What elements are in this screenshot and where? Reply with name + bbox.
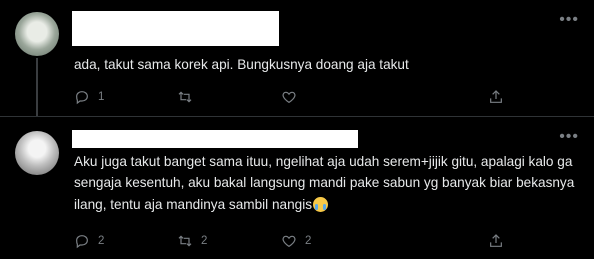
like-button[interactable] (281, 87, 305, 107)
retweet-icon (178, 91, 192, 103)
share-button[interactable] (488, 87, 504, 107)
share-icon (490, 90, 502, 103)
reply-count: 2 (98, 235, 105, 247)
heart-icon (282, 235, 296, 248)
share-icon (490, 234, 502, 247)
reply-count: 1 (98, 91, 105, 103)
retweet-count: 2 (201, 235, 208, 247)
thread-connector-line (36, 58, 38, 116)
reply-icon (76, 235, 88, 249)
reply-button[interactable]: 2 (74, 231, 104, 251)
redacted-username (72, 130, 358, 148)
reply-icon (76, 91, 88, 105)
retweet-button[interactable] (177, 87, 201, 107)
tweet-actions: 1 (74, 87, 514, 107)
tweet-text: ada, takut sama korek api. Bungkusnya do… (74, 57, 409, 72)
share-button[interactable] (488, 231, 504, 251)
tweet-text: Aku juga takut banget sama ituu, ngeliha… (74, 151, 579, 215)
redacted-username (72, 11, 279, 46)
tweet-2[interactable]: ••• Aku juga takut banget sama ituu, nge… (0, 117, 594, 259)
tweet-actions: 2 2 2 (74, 231, 514, 251)
like-count: 2 (305, 235, 312, 247)
retweet-icon (178, 235, 192, 247)
heart-icon (282, 91, 296, 104)
tweet-1[interactable]: ••• ada, takut sama korek api. Bungkusny… (0, 0, 594, 116)
more-options-icon[interactable]: ••• (559, 11, 579, 29)
more-options-icon[interactable]: ••• (559, 128, 579, 146)
like-button[interactable]: 2 (281, 231, 311, 251)
avatar[interactable] (15, 12, 59, 56)
loudly-crying-face-emoji (313, 196, 329, 212)
reply-button[interactable]: 1 (74, 87, 104, 107)
retweet-button[interactable]: 2 (177, 231, 207, 251)
avatar[interactable] (15, 131, 59, 175)
